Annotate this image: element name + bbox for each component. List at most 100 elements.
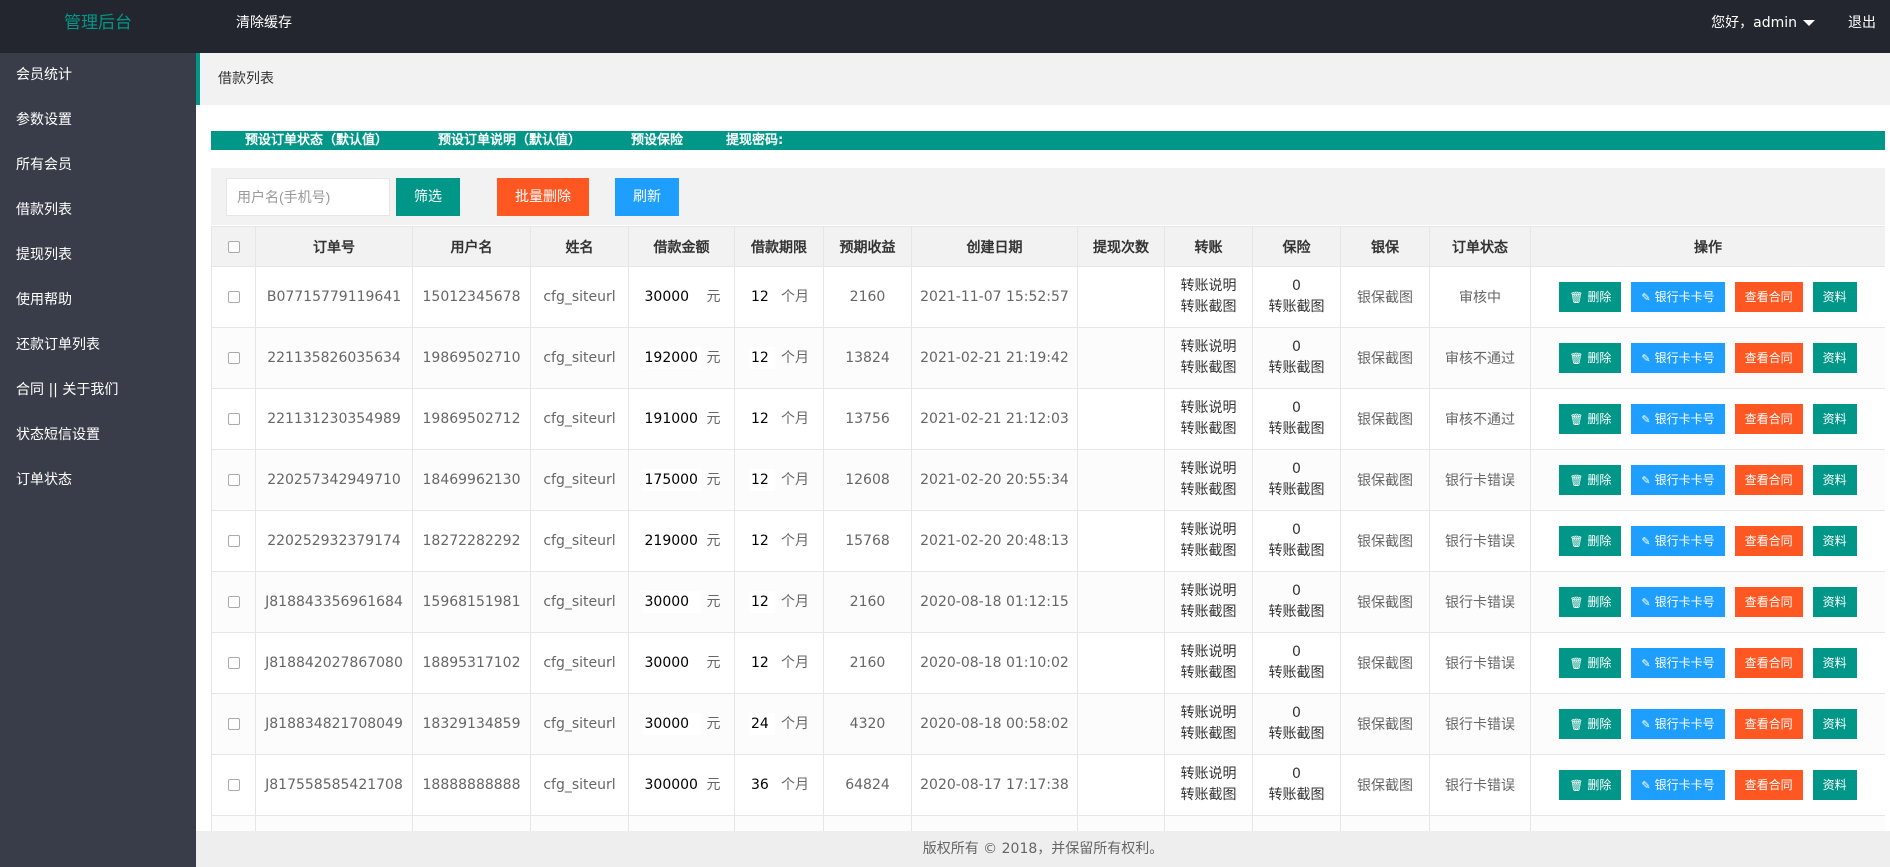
sidebar-item-help[interactable]: 使用帮助 xyxy=(0,278,196,323)
view-contract-button[interactable]: 查看合同 xyxy=(1734,770,1803,800)
info-button[interactable]: 资料 xyxy=(1812,648,1857,678)
view-contract-button[interactable]: 查看合同 xyxy=(1734,587,1803,617)
clear-cache-link[interactable]: 清除缓存 xyxy=(236,0,292,46)
term-value[interactable]: 12 xyxy=(749,652,775,674)
bank-card-button[interactable]: ✎ 银行卡卡号 xyxy=(1631,587,1725,617)
info-button[interactable]: 资料 xyxy=(1812,709,1857,739)
user-menu[interactable]: 您好，admin xyxy=(1711,0,1815,46)
delete-button[interactable]: 🗑 删除 xyxy=(1559,282,1622,312)
bank-guarantee-link[interactable]: 银保截图 xyxy=(1357,412,1413,428)
amount-value[interactable]: 219000 xyxy=(642,530,701,552)
transfer-desc-link[interactable]: 转账说明 xyxy=(1165,764,1252,785)
sidebar-item-all-members[interactable]: 所有会员 xyxy=(0,143,196,188)
bank-guarantee-link[interactable]: 银保截图 xyxy=(1357,534,1413,550)
row-checkbox[interactable] xyxy=(227,779,240,791)
row-select-cell[interactable] xyxy=(211,510,256,572)
row-checkbox[interactable] xyxy=(227,657,240,669)
transfer-desc-link[interactable]: 转账说明 xyxy=(1165,459,1252,480)
delete-button[interactable]: 🗑 删除 xyxy=(1559,465,1622,495)
bank-card-button[interactable]: ✎ 银行卡卡号 xyxy=(1631,404,1725,434)
row-checkbox[interactable] xyxy=(227,474,240,486)
info-button[interactable]: 资料 xyxy=(1812,526,1857,556)
transfer-screenshot-link[interactable]: 转账截图 xyxy=(1165,480,1252,501)
row-checkbox[interactable] xyxy=(227,596,240,608)
preset-withdraw-code-link[interactable]: 提现密码: xyxy=(726,131,783,150)
delete-button[interactable]: 🗑 删除 xyxy=(1559,770,1622,800)
refresh-button[interactable]: 刷新 xyxy=(615,178,679,216)
term-value[interactable]: 12 xyxy=(749,347,775,369)
bank-guarantee-link[interactable]: 银保截图 xyxy=(1357,717,1413,733)
insurance-screenshot-link[interactable]: 转账截图 xyxy=(1253,785,1340,806)
transfer-desc-link[interactable]: 转账说明 xyxy=(1165,276,1252,297)
transfer-screenshot-link[interactable]: 转账截图 xyxy=(1165,602,1252,623)
bank-guarantee-link[interactable]: 银保截图 xyxy=(1357,290,1413,306)
view-contract-button[interactable]: 查看合同 xyxy=(1734,648,1803,678)
insurance-screenshot-link[interactable]: 转账截图 xyxy=(1253,358,1340,379)
transfer-desc-link[interactable]: 转账说明 xyxy=(1165,581,1252,602)
term-value[interactable]: 24 xyxy=(749,713,775,735)
bank-card-button[interactable]: ✎ 银行卡卡号 xyxy=(1631,709,1725,739)
amount-value[interactable]: 300000 xyxy=(642,774,701,796)
search-input[interactable] xyxy=(226,178,390,216)
bank-card-button[interactable]: ✎ 银行卡卡号 xyxy=(1631,282,1725,312)
view-contract-button[interactable]: 查看合同 xyxy=(1734,465,1803,495)
delete-button[interactable]: 🗑 删除 xyxy=(1559,587,1622,617)
sidebar-item-withdraw-list[interactable]: 提现列表 xyxy=(0,233,196,278)
transfer-screenshot-link[interactable]: 转账截图 xyxy=(1165,785,1252,806)
bank-guarantee-link[interactable]: 银保截图 xyxy=(1357,656,1413,672)
sidebar-item-contract-about[interactable]: 合同 || 关于我们 xyxy=(0,368,196,413)
sidebar-item-repayment-list[interactable]: 还款订单列表 xyxy=(0,323,196,368)
insurance-screenshot-link[interactable]: 转账截图 xyxy=(1253,419,1340,440)
transfer-screenshot-link[interactable]: 转账截图 xyxy=(1165,358,1252,379)
insurance-screenshot-link[interactable]: 转账截图 xyxy=(1253,602,1340,623)
amount-value[interactable]: 175000 xyxy=(642,469,701,491)
amount-value[interactable]: 30000 xyxy=(642,713,701,735)
view-contract-button[interactable]: 查看合同 xyxy=(1734,282,1803,312)
transfer-screenshot-link[interactable]: 转账截图 xyxy=(1165,419,1252,440)
info-button[interactable]: 资料 xyxy=(1812,282,1857,312)
row-select-cell[interactable] xyxy=(211,388,256,450)
row-select-cell[interactable] xyxy=(211,754,256,816)
view-contract-button[interactable]: 查看合同 xyxy=(1734,526,1803,556)
info-button[interactable]: 资料 xyxy=(1812,587,1857,617)
transfer-screenshot-link[interactable]: 转账截图 xyxy=(1165,297,1252,318)
row-checkbox[interactable] xyxy=(227,352,240,364)
row-select-cell[interactable] xyxy=(211,693,256,755)
row-select-cell[interactable] xyxy=(211,449,256,511)
insurance-screenshot-link[interactable]: 转账截图 xyxy=(1253,663,1340,684)
term-value[interactable]: 12 xyxy=(749,591,775,613)
transfer-desc-link[interactable]: 转账说明 xyxy=(1165,703,1252,724)
term-value[interactable]: 36 xyxy=(749,774,775,796)
sidebar-item-settings[interactable]: 参数设置 xyxy=(0,98,196,143)
amount-value[interactable]: 30000 xyxy=(642,591,701,613)
row-select-cell[interactable] xyxy=(211,815,256,831)
row-select-cell[interactable] xyxy=(211,632,256,694)
row-checkbox[interactable] xyxy=(227,535,240,547)
transfer-screenshot-link[interactable]: 转账截图 xyxy=(1165,541,1252,562)
view-contract-button[interactable]: 查看合同 xyxy=(1734,709,1803,739)
insurance-screenshot-link[interactable]: 转账截图 xyxy=(1253,480,1340,501)
amount-value[interactable]: 30000 xyxy=(642,286,701,308)
bank-guarantee-link[interactable]: 银保截图 xyxy=(1357,778,1413,794)
bank-card-button[interactable]: ✎ 银行卡卡号 xyxy=(1631,526,1725,556)
delete-button[interactable]: 🗑 删除 xyxy=(1559,648,1622,678)
bank-card-button[interactable]: ✎ 银行卡卡号 xyxy=(1631,770,1725,800)
term-value[interactable]: 12 xyxy=(749,530,775,552)
bank-guarantee-link[interactable]: 银保截图 xyxy=(1357,473,1413,489)
row-checkbox[interactable] xyxy=(227,718,240,730)
transfer-desc-link[interactable]: 转账说明 xyxy=(1165,520,1252,541)
sidebar-item-member-stats[interactable]: 会员统计 xyxy=(0,53,196,98)
term-value[interactable]: 12 xyxy=(749,408,775,430)
transfer-desc-link[interactable]: 转账说明 xyxy=(1165,337,1252,358)
amount-value[interactable]: 30000 xyxy=(642,652,701,674)
transfer-desc-link[interactable]: 转账说明 xyxy=(1165,642,1252,663)
row-select-cell[interactable] xyxy=(211,571,256,633)
sidebar-item-loan-list[interactable]: 借款列表 xyxy=(0,188,196,233)
row-checkbox[interactable] xyxy=(227,413,240,425)
transfer-screenshot-link[interactable]: 转账截图 xyxy=(1165,663,1252,684)
bank-card-button[interactable]: ✎ 银行卡卡号 xyxy=(1631,465,1725,495)
transfer-desc-link[interactable]: 转账说明 xyxy=(1165,398,1252,419)
logout-link[interactable]: 退出 xyxy=(1848,0,1876,46)
insurance-screenshot-link[interactable]: 转账截图 xyxy=(1253,541,1340,562)
row-checkbox[interactable] xyxy=(227,291,240,303)
